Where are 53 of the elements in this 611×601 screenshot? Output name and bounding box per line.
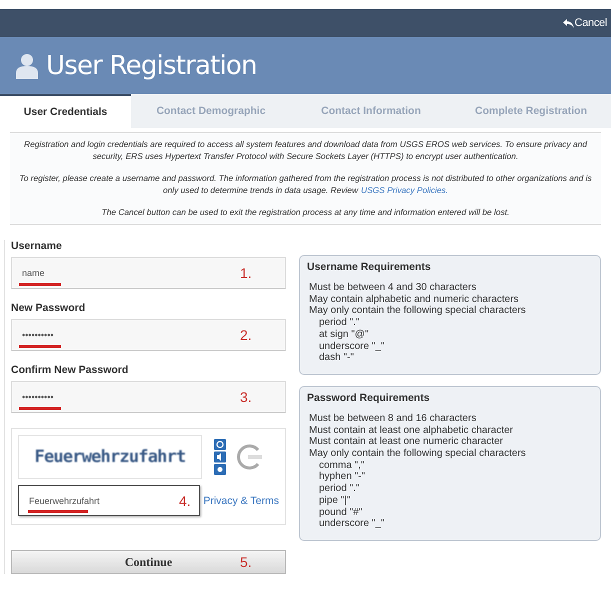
requirements-title: Password Requirements — [307, 392, 430, 404]
field-label: Confirm New Password — [11, 364, 128, 376]
requirement-text: Must be between 4 and 30 characters — [309, 282, 476, 294]
intro-paragraph: Registration and login credentials are required to access all system features and download data from USGS EROS web services. To ensure privacy and security, ERS uses Hypertext Transfer Protocol with Secure Sockets Layer (HTTPS) to encrypt user authentication. — [23, 138, 588, 162]
intro-paragraph: To register, please create a username and password. The information gathered from the registration process is not distributed to other organizations and is only used to determine trends in data usage. Review USGS Privacy Policies. — [18, 172, 593, 196]
cancel-link[interactable]: Cancel — [562, 17, 607, 29]
requirement-text: May only contain the following special characters — [309, 305, 526, 318]
step-marker: 3. — [240, 389, 252, 405]
field-label: New Password — [11, 302, 86, 314]
captcha-logo-icon — [234, 442, 264, 472]
text-field[interactable]: name 1. — [11, 257, 286, 289]
requirement-text: Must contain at least one alphabetic character — [309, 424, 514, 436]
annotation-underline — [19, 407, 61, 410]
requirement-text: underscore "_" — [318, 340, 384, 352]
step-marker: 5. — [240, 554, 252, 570]
reply-arrow-icon — [562, 18, 574, 28]
requirement-text: May only contain the following special characters — [309, 448, 526, 460]
requirement-text: Must contain at least one numeric character — [309, 436, 503, 448]
requirement-text: comma "," — [318, 460, 364, 472]
annotation-underline — [28, 510, 88, 513]
requirement-text: hyphen "-" — [318, 471, 366, 484]
requirements-title: Username Requirements — [307, 261, 431, 273]
captcha-field[interactable]: Feuerwehrzufahrt 4. — [18, 485, 200, 516]
requirement-text: May contain alphabetic and numeric characters — [309, 294, 519, 306]
requirement-text: underscore "_" — [318, 518, 384, 530]
requirement-text: pipe "|" — [318, 494, 350, 507]
page-title: User Registration — [46, 50, 257, 80]
step-tab[interactable]: User Credentials — [0, 94, 131, 128]
requirement-text: pound "#" — [318, 506, 362, 518]
text-field[interactable]: •••••••••• 2. — [11, 319, 286, 351]
step-marker: 2. — [240, 327, 252, 343]
privacy-terms-link[interactable]: Privacy & Terms — [203, 494, 279, 506]
continue-button[interactable]: Continue 5. — [11, 550, 286, 574]
step-marker: 4. — [179, 492, 191, 508]
field-value: •••••••••• — [22, 330, 54, 340]
field-label: Username — [11, 240, 62, 252]
requirement-text: Must be between 8 and 16 characters — [309, 412, 476, 425]
requirement-text: period "." — [318, 483, 360, 495]
intro-paragraph: The Cancel button can be used to exit the registration process at any time and information entered will be lost. — [100, 206, 510, 218]
privacy-policies-link[interactable]: USGS Privacy Policies. — [361, 185, 448, 195]
requirement-text: dash "-" — [318, 352, 354, 364]
requirement-text: at sign "@" — [318, 328, 368, 341]
captcha-controls-icon[interactable] — [214, 439, 226, 475]
text-field[interactable]: •••••••••• 3. — [11, 381, 286, 413]
requirement-text: period "." — [318, 317, 360, 329]
field-value: name — [22, 268, 45, 278]
field-value: Feuerwehrzufahrt — [29, 496, 100, 506]
annotation-underline — [19, 345, 61, 348]
captcha-image: Feuerwehrzufahrt — [18, 435, 202, 479]
annotation-underline — [19, 283, 61, 286]
step-marker: 1. — [240, 265, 252, 281]
field-value: •••••••••• — [22, 392, 54, 402]
user-icon — [16, 52, 38, 78]
